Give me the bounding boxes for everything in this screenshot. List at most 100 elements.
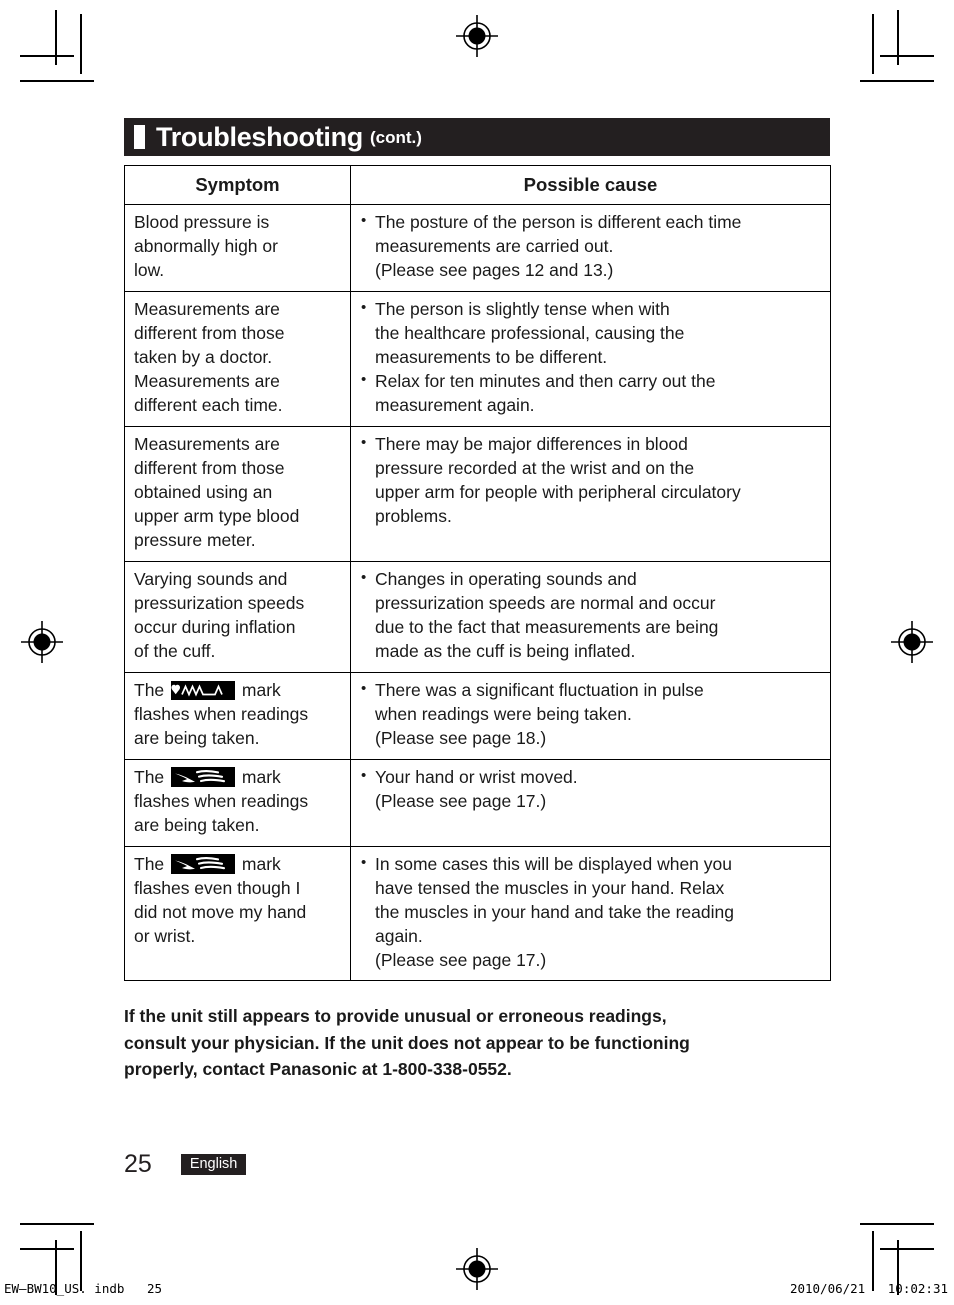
cause-list: Your hand or wrist moved. (Please see pag…: [360, 766, 821, 814]
symptom-line: are being taken.: [134, 727, 260, 748]
cause-line: measurements to be different.: [375, 347, 608, 368]
registration-mark-bottom-icon: [455, 1247, 499, 1291]
cause-line: problems.: [375, 506, 452, 526]
language-badge: English: [180, 1153, 247, 1176]
crop-mark-top-right-v2: [872, 14, 874, 74]
crop-mark-top-right-h2: [860, 80, 934, 82]
page-footer: 25 English: [124, 1150, 247, 1178]
cause-line: the muscles in your hand and take the re…: [375, 901, 734, 922]
cause-line: Relax for ten minutes and then carry out…: [375, 371, 716, 392]
notice-line: consult your physician. If the unit does…: [124, 1032, 690, 1053]
cause-line: again.: [375, 925, 423, 946]
cause-bullet: There may be major differences in blood p…: [360, 433, 821, 529]
cause-line: due to the fact that measurements are be…: [375, 616, 719, 637]
cause-line: made as the cuff is being inflated.: [375, 640, 636, 661]
cause-line: (Please see page 18.): [375, 727, 547, 748]
cause-line: The posture of the person is different e…: [375, 212, 742, 233]
symptom-line: Varying sounds and: [134, 568, 288, 589]
symptom-line: are being taken.: [134, 814, 260, 835]
cause-line: when readings were being taken.: [375, 703, 632, 724]
cause-list: Changes in operating sounds and pressuriz…: [360, 568, 821, 664]
symptom-line-with-mark: The mark: [134, 766, 341, 790]
symptom-line: different from those: [134, 458, 285, 479]
column-header-possible-cause: Possible cause: [350, 164, 831, 206]
symptom-line: Blood pressure is: [134, 212, 270, 233]
cause-line: pressurization speeds are normal and occ…: [375, 592, 716, 613]
crop-mark-top-left-v2: [80, 14, 82, 74]
heart-pulse-mark-icon: [171, 680, 236, 700]
symptom-text-prefix: The: [134, 766, 165, 787]
cause-list: The person is slightly tense when with th…: [360, 298, 821, 418]
cause-line: The person is slightly tense when with: [375, 299, 670, 320]
page-number: 25: [124, 1150, 152, 1178]
cause-line: Your hand or wrist moved.: [375, 766, 578, 787]
symptom-line-with-mark: The mark: [134, 679, 341, 703]
crop-mark-bottom-right-h2: [860, 1223, 934, 1225]
table-row: Varying sounds and pressurization speeds o…: [124, 560, 831, 673]
column-header-symptom: Symptom: [124, 164, 351, 206]
symptom-text-prefix: The: [134, 679, 165, 700]
cause-line: (Please see page 17.): [375, 790, 547, 811]
cause-list: The posture of the person is different e…: [360, 211, 821, 283]
symptom-cell: Blood pressure is abnormally high or low.: [124, 204, 351, 293]
symptom-line: different each time.: [134, 395, 283, 416]
crop-mark-top-right-h1: [880, 55, 934, 57]
cause-line: (Please see pages 12 and 13.): [375, 260, 614, 281]
symptom-cell: Varying sounds and pressurization speeds o…: [124, 560, 351, 673]
body-movement-mark-icon: [171, 766, 236, 787]
cause-line: measurements are carried out.: [375, 236, 614, 257]
symptom-line: upper arm type blood: [134, 506, 300, 526]
symptom-line: abnormally high or: [134, 236, 278, 257]
symptom-line-with-mark: The mark: [134, 853, 341, 877]
symptom-line: or wrist.: [134, 925, 196, 946]
table-row: The mark flashes even though Idid not mov…: [124, 845, 831, 982]
troubleshooting-table: Symptom Possible cause Blood pressure is…: [124, 164, 831, 982]
cause-list: There may be major differences in blood p…: [360, 433, 821, 529]
page-title: Troubleshooting: [156, 121, 363, 152]
symptom-line: Measurements are: [134, 371, 280, 392]
table-row: Measurements are different from those take…: [124, 291, 831, 428]
print-footer-filename: EW–BW10_US. indb 25: [4, 1281, 163, 1296]
cause-line: pressure recorded at the wrist and on th…: [375, 458, 695, 479]
table-row: Blood pressure is abnormally high or low. T…: [124, 204, 831, 293]
cause-line: There was a significant fluctuation in p…: [375, 679, 704, 700]
crop-mark-top-left-h1: [20, 55, 74, 57]
possible-cause-cell: Changes in operating sounds and pressuriz…: [350, 560, 831, 673]
symptom-line: Measurements are: [134, 434, 280, 455]
title-bar-marker-icon: [134, 125, 145, 149]
symptom-text-prefix: The: [134, 853, 165, 874]
table-row: The mark flashes when readings are being t…: [124, 758, 831, 847]
registration-mark-left-icon: [20, 620, 64, 664]
cause-bullet: Relax for ten minutes and then carry out…: [360, 370, 821, 418]
crop-mark-top-left-v1: [55, 10, 57, 65]
table-body: Blood pressure is abnormally high or low. T…: [124, 204, 831, 982]
possible-cause-cell: There may be major differences in blood p…: [350, 426, 831, 562]
symptom-text-suffix: mark: [241, 679, 281, 700]
cause-list: There was a significant fluctuation in p…: [360, 679, 821, 751]
cause-bullet: Your hand or wrist moved. (Please see pag…: [360, 766, 821, 814]
symptom-line: of the cuff.: [134, 640, 216, 661]
notice-line: If the unit still appears to provide unu…: [124, 1006, 667, 1027]
crop-mark-bottom-right-h1: [880, 1248, 934, 1250]
table-row: Measurements are different from those obta…: [124, 426, 831, 562]
cause-line: have tensed the muscles in your hand. Re…: [375, 877, 725, 898]
cause-line: measurement again.: [375, 395, 535, 416]
cause-line: the healthcare professional, causing the: [375, 323, 685, 344]
cause-line: (Please see page 17.): [375, 949, 547, 970]
crop-mark-bottom-left-h2: [20, 1223, 94, 1225]
table-row: The mark flashes when readings are being t…: [124, 671, 831, 760]
possible-cause-cell: The person is slightly tense when with th…: [350, 291, 831, 428]
page-title-banner: Troubleshooting (cont.): [124, 118, 830, 156]
symptom-cell: Measurements are different from those obta…: [124, 426, 351, 562]
cause-bullet: The posture of the person is different e…: [360, 211, 821, 283]
possible-cause-cell: Your hand or wrist moved. (Please see pag…: [350, 758, 831, 847]
symptom-line: flashes even though I: [134, 877, 301, 898]
symptom-cell: The mark flashes even though Idid not mov…: [124, 845, 351, 982]
cause-line: upper arm for people with peripheral cir…: [375, 482, 741, 503]
cause-list: In some cases this will be displayed whe…: [360, 853, 821, 973]
page-content: Troubleshooting (cont.) Symptom Possible…: [124, 118, 831, 1082]
possible-cause-cell: In some cases this will be displayed whe…: [350, 845, 831, 982]
symptom-text-suffix: mark: [241, 853, 281, 874]
print-footer-timestamp: 2010/06/21 10:02:31: [789, 1281, 948, 1296]
symptom-line: pressure meter.: [134, 529, 256, 550]
